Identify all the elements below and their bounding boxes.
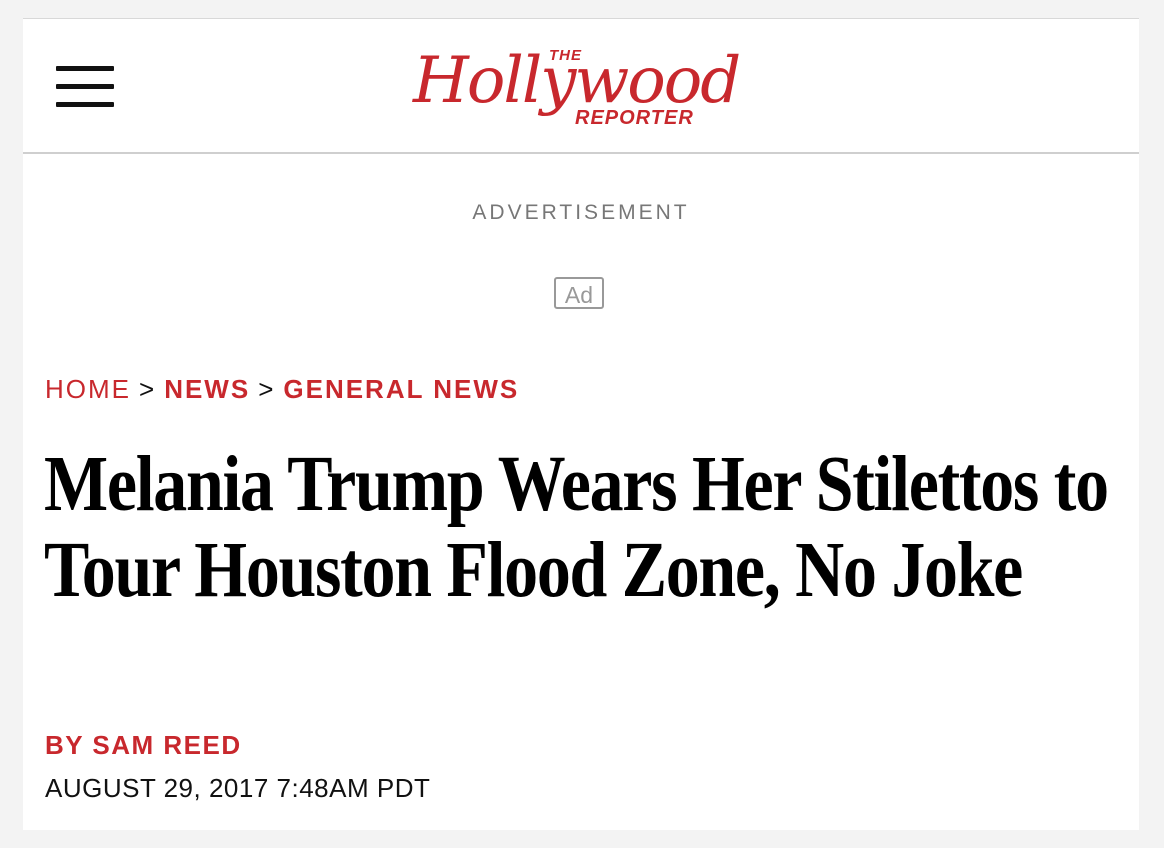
breadcrumb-news-link[interactable]: NEWS bbox=[164, 374, 250, 404]
menu-bar bbox=[56, 66, 114, 71]
page-frame: Hollywood THE REPORTER ADVERTISEMENT Ad … bbox=[23, 18, 1139, 830]
menu-bar bbox=[56, 102, 114, 107]
logo-reporter: REPORTER bbox=[575, 107, 694, 129]
site-header: Hollywood THE REPORTER bbox=[23, 18, 1139, 154]
article-byline[interactable]: BY SAM REED bbox=[45, 730, 242, 761]
article-headline: Melania Trump Wears Her Stilettos to Tou… bbox=[44, 441, 1109, 614]
menu-bar bbox=[56, 84, 114, 89]
breadcrumb: HOME > NEWS > GENERAL NEWS bbox=[45, 374, 519, 405]
site-logo[interactable]: Hollywood THE REPORTER bbox=[413, 43, 753, 133]
breadcrumb-general-news-link[interactable]: GENERAL NEWS bbox=[283, 374, 519, 404]
advertisement-label: ADVERTISEMENT bbox=[472, 201, 690, 224]
article-date: AUGUST 29, 2017 7:48AM PDT bbox=[45, 773, 431, 803]
breadcrumb-separator: > bbox=[258, 374, 276, 404]
logo-the: THE bbox=[549, 47, 582, 64]
breadcrumb-separator: > bbox=[139, 374, 157, 404]
breadcrumb-home-link[interactable]: HOME bbox=[45, 374, 131, 404]
ad-badge[interactable]: Ad bbox=[554, 277, 604, 309]
hamburger-menu-icon[interactable] bbox=[56, 66, 116, 110]
